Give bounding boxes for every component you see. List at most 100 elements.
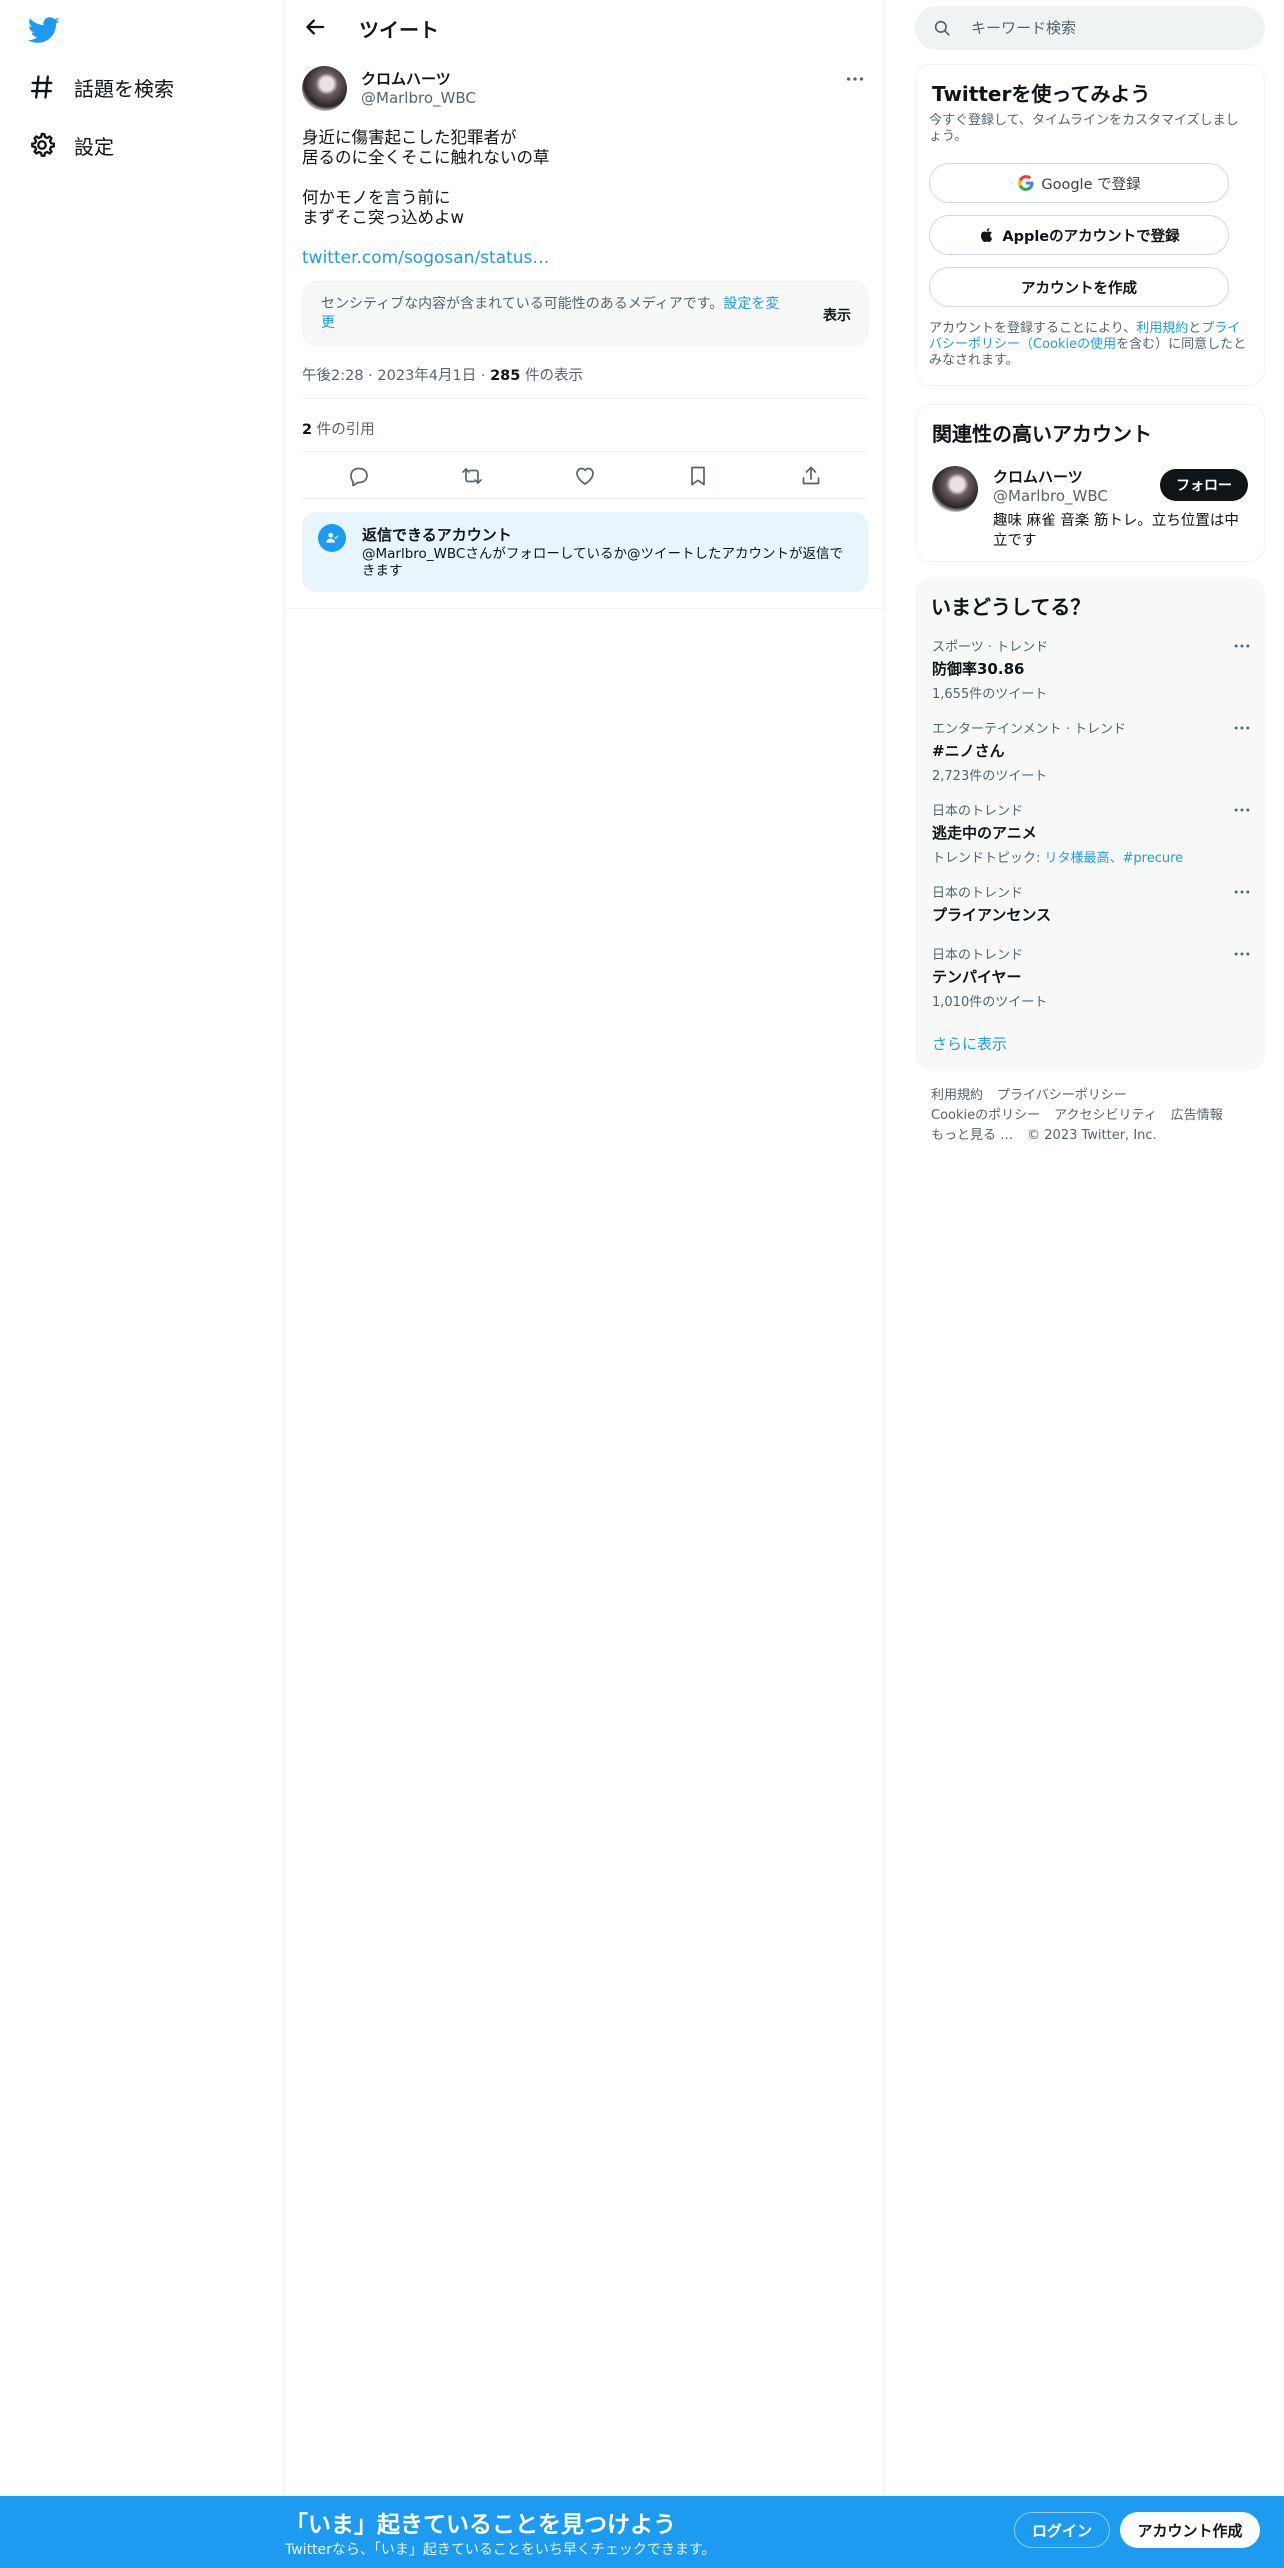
trends-title: いまどうしてる？ bbox=[931, 595, 1091, 619]
trend-count: 1,010件のツイート bbox=[932, 995, 1048, 1010]
search-icon bbox=[934, 20, 950, 36]
divider bbox=[285, 608, 885, 609]
main-column: ツイート クロムハーツ @Marlbro_WBC 身近に傷害起こした犯罪者が 居… bbox=[285, 0, 885, 2496]
trend-name: プライアンセンス bbox=[932, 906, 1052, 924]
divider bbox=[302, 498, 868, 499]
search-bar[interactable] bbox=[915, 6, 1265, 50]
trend-name: 防御率30.86 bbox=[932, 660, 1025, 678]
signup-title: Twitterを使ってみよう bbox=[932, 82, 1151, 106]
trend-item[interactable]: エンターテインメント · トレンド #ニノさん 2,723件のツイート bbox=[932, 718, 1252, 784]
show-more-link[interactable]: さらに表示 bbox=[932, 1033, 1007, 1054]
trend-name: #ニノさん bbox=[932, 742, 1005, 760]
sidebar-item-label: 設定 bbox=[74, 134, 114, 159]
trends-card: いまどうしてる？ スポーツ · トレンド 防御率30.86 1,655件のツイー… bbox=[915, 578, 1265, 1070]
bottom-bar-title: 「いま」起きていることを見つけよう bbox=[285, 2512, 676, 2538]
trend-item[interactable]: スポーツ · トレンド 防御率30.86 1,655件のツイート bbox=[932, 636, 1252, 702]
tweet-link[interactable]: twitter.com/sogosan/status… bbox=[302, 248, 549, 268]
retweet-icon[interactable] bbox=[460, 464, 484, 488]
tweet-meta: 午後2:28 · 2023年4月1日 · 285 件の表示 bbox=[302, 368, 583, 384]
more-options-icon[interactable] bbox=[1232, 718, 1252, 738]
more-options-icon[interactable] bbox=[1232, 800, 1252, 820]
divider bbox=[302, 398, 868, 399]
quotes-link[interactable]: 2 件の引用 bbox=[302, 418, 375, 439]
trend-category: エンターテインメント · トレンド bbox=[932, 722, 1127, 737]
views-count: 285 bbox=[490, 368, 521, 384]
related-title: 関連性の高いアカウント bbox=[932, 422, 1152, 446]
bottom-signup-bar: 「いま」起きていることを見つけよう Twitterなら、「いま」起きていることを… bbox=[0, 2496, 1284, 2568]
signup-terms: アカウントを登録することにより、利用規約とプライバシーポリシー（Cookieの使… bbox=[929, 321, 1247, 368]
like-heart-icon[interactable] bbox=[573, 464, 597, 488]
signup-card: Twitterを使ってみよう 今すぐ登録して、タイムラインをカスタマイズしましょ… bbox=[915, 64, 1265, 386]
more-options-icon[interactable] bbox=[1232, 636, 1252, 656]
trend-category: 日本のトレンド bbox=[932, 886, 1024, 901]
reply-restriction-title: 返信できるアカウント bbox=[362, 526, 512, 544]
copyright: © 2023 Twitter, Inc. bbox=[1027, 1128, 1157, 1143]
page-title: ツイート bbox=[359, 18, 439, 42]
create-account-button[interactable]: アカウントを作成 bbox=[929, 267, 1229, 307]
footer-link[interactable]: Cookieのポリシー bbox=[931, 1108, 1040, 1123]
author-avatar[interactable] bbox=[302, 66, 347, 111]
create-account-label: アカウントを作成 bbox=[1021, 280, 1137, 297]
reply-icon[interactable] bbox=[347, 464, 371, 488]
footer-link[interactable]: アクセシビリティ bbox=[1054, 1108, 1157, 1123]
search-input[interactable] bbox=[971, 6, 1251, 50]
trend-count: 1,655件のツイート bbox=[932, 687, 1048, 702]
google-logo-icon bbox=[1018, 175, 1034, 191]
footer-link[interactable]: 利用規約 bbox=[931, 1088, 983, 1103]
related-bio: 趣味 麻雀 音楽 筋トレ。立ち位置は中立です bbox=[993, 513, 1239, 549]
quotes-count: 2 bbox=[302, 422, 313, 438]
follow-button[interactable]: フォロー bbox=[1160, 469, 1248, 501]
trend-count: 2,723件のツイート bbox=[932, 769, 1048, 784]
sidebar-item-label: 話題を検索 bbox=[74, 76, 174, 101]
user-check-icon bbox=[318, 524, 346, 552]
back-arrow-icon[interactable] bbox=[301, 13, 329, 41]
quotes-label: 件の引用 bbox=[316, 422, 375, 438]
more-options-icon[interactable] bbox=[1232, 944, 1252, 964]
footer-link[interactable]: 広告情報 bbox=[1171, 1108, 1223, 1123]
terms-link[interactable]: 利用規約 bbox=[1136, 321, 1188, 336]
trend-name: テンパイヤー bbox=[932, 968, 1022, 986]
trend-category: 日本のトレンド bbox=[932, 804, 1024, 819]
apple-logo-icon bbox=[981, 228, 993, 242]
related-accounts-card: 関連性の高いアカウント クロムハーツ @Marlbro_WBC フォロー 趣味 … bbox=[915, 404, 1265, 562]
trend-topic-links[interactable]: リタ様最高、#precure bbox=[1045, 851, 1184, 866]
related-avatar[interactable] bbox=[932, 466, 978, 512]
trend-topics: トレンドトピック: リタ様最高、#precure bbox=[932, 851, 1184, 866]
trend-category: 日本のトレンド bbox=[932, 948, 1024, 963]
related-name[interactable]: クロムハーツ bbox=[993, 466, 1083, 487]
sidebar-item-explore[interactable]: 話題を検索 bbox=[28, 67, 174, 107]
apple-signup-button[interactable]: Appleのアカウントで登録 bbox=[929, 215, 1229, 255]
trend-item[interactable]: 日本のトレンド テンパイヤー 1,010件のツイート bbox=[932, 944, 1252, 1010]
google-signup-button[interactable]: Google で登録 bbox=[929, 163, 1229, 203]
page-header: ツイート bbox=[285, 0, 885, 54]
show-media-button[interactable]: 表示 bbox=[823, 305, 851, 325]
tweet-actions bbox=[302, 456, 868, 496]
tweet-text: 身近に傷害起こした犯罪者が 居るのに全くそこに触れないの草 何かモノを言う前に … bbox=[302, 128, 550, 227]
share-icon[interactable] bbox=[799, 464, 823, 488]
apple-signup-label: Appleのアカウントで登録 bbox=[1002, 228, 1180, 245]
signup-button[interactable]: アカウント作成 bbox=[1120, 2512, 1260, 2548]
twitter-logo-icon[interactable] bbox=[28, 14, 60, 46]
trend-name: 逃走中のアニメ bbox=[932, 824, 1037, 842]
author-handle[interactable]: @Marlbro_WBC bbox=[361, 89, 476, 107]
trend-item[interactable]: 日本のトレンド 逃走中のアニメ トレンドトピック: リタ様最高、#precure bbox=[932, 800, 1252, 866]
footer-link[interactable]: プライバシーポリシー bbox=[997, 1088, 1127, 1103]
login-button[interactable]: ログイン bbox=[1014, 2512, 1110, 2548]
author-name[interactable]: クロムハーツ bbox=[361, 68, 451, 89]
left-sidebar: 話題を検索 設定 bbox=[0, 0, 285, 2496]
tweet-date[interactable]: 2023年4月1日 bbox=[377, 368, 476, 384]
signup-subtitle: 今すぐ登録して、タイムラインをカスタマイズしましょう。 bbox=[929, 113, 1239, 144]
sensitive-media-warning: センシティブな内容が含まれている可能性のあるメディアです。設定を変更 表示 bbox=[302, 281, 868, 346]
bookmark-icon[interactable] bbox=[686, 464, 710, 488]
google-signup-label: Google で登録 bbox=[1041, 176, 1141, 193]
bottom-bar-subtitle: Twitterなら、「いま」起きていることをいち早くチェックできます。 bbox=[285, 2542, 716, 2558]
trend-item[interactable]: 日本のトレンド プライアンセンス bbox=[932, 882, 1252, 925]
footer-more-link[interactable]: もっと見る … bbox=[931, 1128, 1013, 1143]
tweet-time[interactable]: 午後2:28 bbox=[302, 368, 364, 384]
trend-category: スポーツ · トレンド bbox=[932, 640, 1049, 655]
reply-restriction-notice: 返信できるアカウント @Marlbro_WBCさんがフォローしているか@ツイート… bbox=[302, 512, 868, 592]
related-handle[interactable]: @Marlbro_WBC bbox=[993, 487, 1108, 505]
sidebar-item-settings[interactable]: 設定 bbox=[28, 125, 114, 165]
more-options-icon[interactable] bbox=[844, 68, 866, 90]
more-options-icon[interactable] bbox=[1232, 882, 1252, 902]
